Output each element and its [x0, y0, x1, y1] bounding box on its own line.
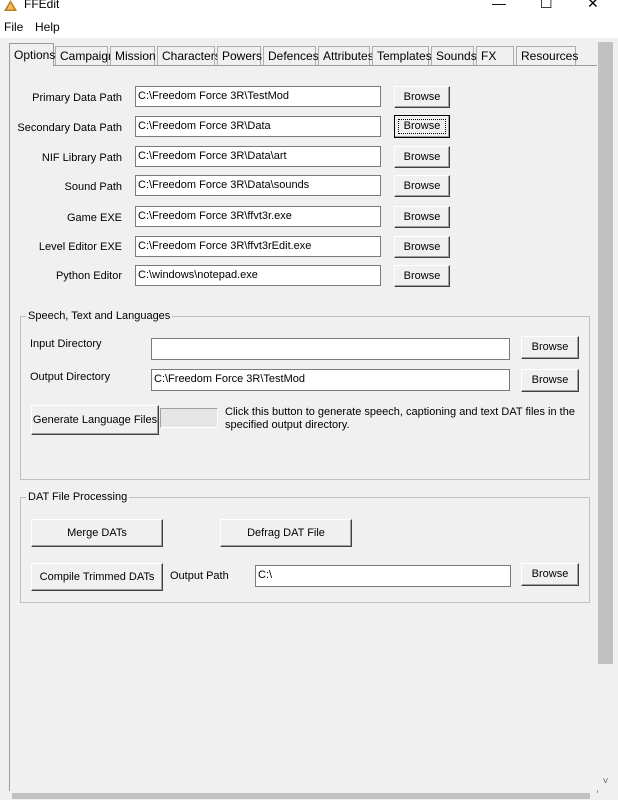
tab-characters[interactable]: Characters — [157, 46, 221, 65]
tab-resources[interactable]: Resources — [516, 46, 578, 65]
level-editor-exe-label: Level Editor EXE — [38, 241, 122, 253]
language-progress-bar — [160, 408, 218, 428]
nif-library-path-input[interactable]: C:\Freedom Force 3R\Data\art — [135, 146, 381, 167]
tab-sounds[interactable]: Sounds — [431, 46, 477, 65]
dat-group-title: DAT File Processing — [26, 491, 130, 503]
nif-library-path-browse-button[interactable]: Browse — [394, 146, 450, 168]
tab-campaign[interactable]: Campaign — [55, 46, 115, 65]
tab-templates[interactable]: Templates — [372, 46, 432, 65]
tab-defences[interactable]: Defences — [263, 46, 319, 65]
menu-file[interactable]: File — [4, 20, 23, 34]
tab-attributes[interactable]: Attributes — [318, 46, 374, 65]
scroll-down-icon[interactable]: ˅ — [597, 773, 614, 790]
python-editor-browse-button[interactable]: Browse — [394, 265, 450, 287]
level-editor-exe-browse-button[interactable]: Browse — [394, 236, 450, 258]
primary-data-path-input[interactable]: C:\Freedom Force 3R\TestMod — [135, 86, 381, 107]
minimize-button[interactable]: — — [492, 0, 506, 11]
sound-path-label: Sound Path — [64, 181, 123, 193]
focus-ring — [398, 119, 446, 134]
compile-trimmed-dats-button[interactable]: Compile Trimmed DATs — [31, 563, 163, 591]
options-panel: Primary Data Path C:\Freedom Force 3R\Te… — [9, 65, 598, 793]
vertical-scroll-thumb[interactable] — [598, 42, 613, 664]
vertical-scrollbar[interactable]: ˄ ˅ — [597, 40, 614, 790]
close-button[interactable]: ✕ — [587, 0, 599, 12]
dat-output-path-label: Output Path — [170, 570, 229, 582]
horizontal-scrollbar[interactable] — [0, 791, 597, 800]
nif-library-path-label: NIF Library Path — [41, 152, 122, 164]
primary-data-path-browse-button[interactable]: Browse — [394, 86, 450, 108]
tab-fx[interactable]: FX — [476, 46, 514, 65]
dat-output-path-input[interactable]: C:\ — [255, 565, 511, 587]
dat-output-path-browse-button[interactable]: Browse — [521, 563, 579, 586]
secondary-data-path-browse-button[interactable]: Browse — [394, 115, 450, 138]
secondary-data-path-input[interactable]: C:\Freedom Force 3R\Data — [135, 116, 381, 137]
generate-language-files-button[interactable]: Generate Language Files — [31, 405, 159, 435]
tab-mission[interactable]: Mission — [110, 46, 156, 65]
generate-note: Click this button to generate speech, ca… — [225, 406, 575, 431]
game-exe-input[interactable]: C:\Freedom Force 3R\ffvt3r.exe — [135, 206, 381, 227]
menu-help[interactable]: Help — [35, 20, 60, 34]
title-bar: FFEdit — ☐ ✕ — [0, 0, 618, 14]
sound-path-input[interactable]: C:\Freedom Force 3R\Data\sounds — [135, 175, 381, 196]
speech-group-title: Speech, Text and Languages — [26, 310, 173, 322]
defrag-dat-file-button[interactable]: Defrag DAT File — [220, 519, 352, 547]
input-directory-input[interactable] — [151, 338, 510, 360]
python-editor-input[interactable]: C:\windows\notepad.exe — [135, 265, 381, 286]
tab-powers[interactable]: Powers — [217, 46, 262, 65]
output-directory-input[interactable]: C:\Freedom Force 3R\TestMod — [151, 369, 510, 391]
menu-bar: File Help — [0, 14, 618, 38]
python-editor-label: Python Editor — [55, 270, 122, 282]
window-title: FFEdit — [24, 0, 60, 11]
horizontal-scroll-thumb[interactable] — [12, 793, 590, 799]
output-directory-browse-button[interactable]: Browse — [521, 369, 579, 392]
input-directory-label: Input Directory — [30, 338, 102, 350]
primary-data-path-label: Primary Data Path — [32, 92, 122, 104]
game-exe-browse-button[interactable]: Browse — [394, 206, 450, 228]
input-directory-browse-button[interactable]: Browse — [521, 336, 579, 359]
sound-path-browse-button[interactable]: Browse — [394, 175, 450, 197]
app-icon — [4, 0, 17, 11]
secondary-data-path-label: Secondary Data Path — [17, 122, 122, 134]
level-editor-exe-input[interactable]: C:\Freedom Force 3R\ffvt3rEdit.exe — [135, 236, 381, 257]
output-directory-label: Output Directory — [30, 371, 111, 383]
merge-dats-button[interactable]: Merge DATs — [31, 519, 163, 547]
tab-options[interactable]: Options — [9, 43, 55, 66]
game-exe-label: Game EXE — [66, 212, 122, 224]
maximize-button[interactable]: ☐ — [540, 0, 553, 12]
